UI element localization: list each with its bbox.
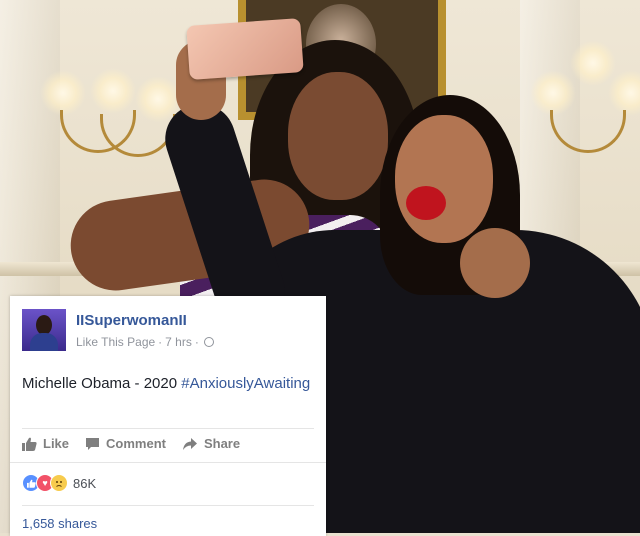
page-name[interactable]: IISuperwomanII bbox=[76, 312, 187, 329]
comment-button[interactable]: Comment bbox=[85, 436, 166, 451]
person-face bbox=[395, 115, 493, 243]
reaction-count: 86K bbox=[73, 475, 97, 491]
reaction-summary[interactable]: ♥ 86K bbox=[22, 474, 96, 492]
post-actions: Like Comment Share bbox=[22, 436, 240, 451]
person-face bbox=[288, 72, 388, 200]
facebook-post-card: IISuperwomanII Like This Page · 7 hrs · Mic… bbox=[10, 296, 326, 536]
page-avatar[interactable] bbox=[22, 309, 66, 351]
hashtag-link[interactable]: #AnxiouslyAwaiting bbox=[181, 375, 310, 392]
smartphone bbox=[186, 18, 304, 80]
thumbs-up-icon bbox=[22, 437, 37, 451]
divider bbox=[22, 428, 314, 429]
post-meta: Like This Page · 7 hrs · bbox=[76, 335, 214, 349]
divider bbox=[22, 505, 314, 506]
divider bbox=[10, 462, 326, 463]
shares-count[interactable]: 1,658 shares bbox=[22, 516, 97, 531]
sad-icon bbox=[50, 474, 68, 492]
post-text: Michelle Obama - 2020 #AnxiouslyAwaiting bbox=[22, 375, 310, 392]
share-button[interactable]: Share bbox=[182, 436, 240, 451]
share-arrow-icon bbox=[182, 437, 197, 450]
post-time[interactable]: 7 hrs bbox=[165, 335, 192, 349]
peace-sign-hand bbox=[460, 228, 530, 298]
post-body: Michelle Obama - 2020 bbox=[22, 375, 182, 392]
like-button[interactable]: Like bbox=[22, 436, 69, 451]
globe-icon bbox=[203, 337, 214, 347]
like-page-link[interactable]: Like This Page bbox=[76, 335, 155, 349]
comment-icon bbox=[86, 437, 100, 450]
